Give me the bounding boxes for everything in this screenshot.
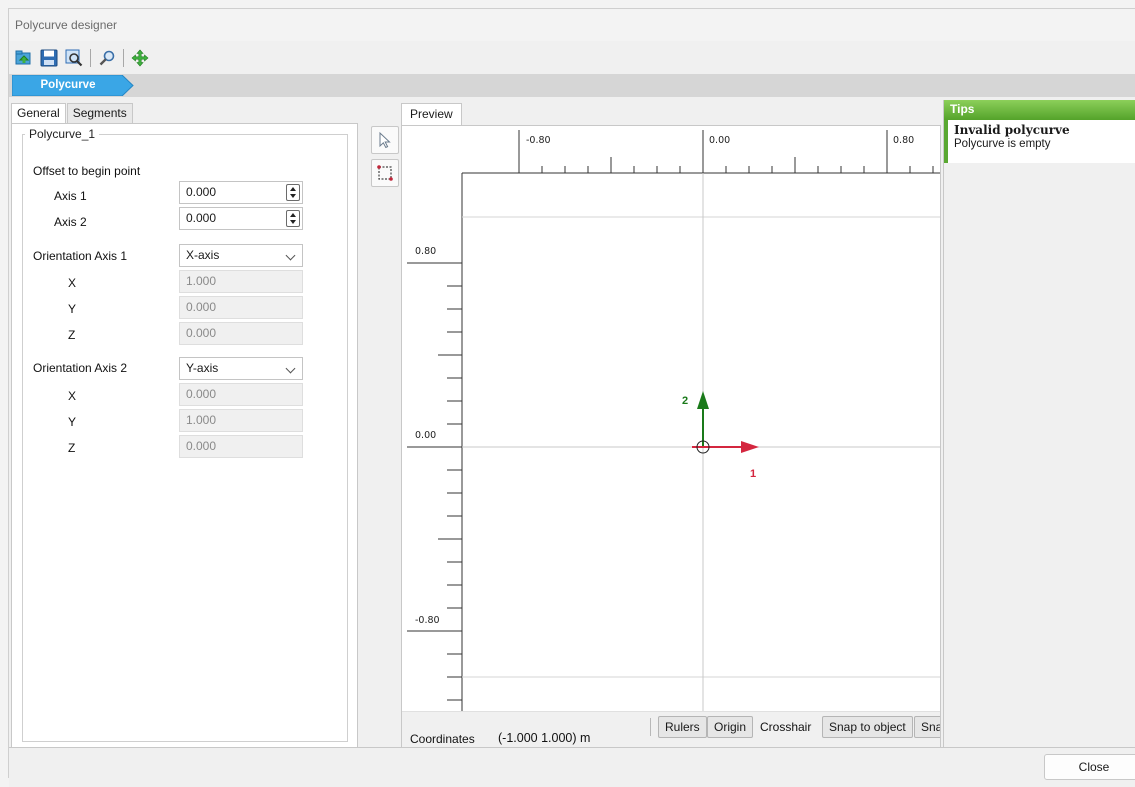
toolbar <box>9 42 1135 74</box>
tips-title: Invalid polycurve <box>954 123 1070 137</box>
orientation-axis2-label: Orientation Axis 2 <box>33 361 128 375</box>
left-ruler: 0.80 0.00 -0.80 <box>407 173 463 747</box>
orient2-y-label: Y <box>68 415 77 429</box>
axis-1-label: 1 <box>750 468 756 480</box>
tips-header: Tips <box>944 100 1135 120</box>
snap-more-toggle[interactable]: Sna <box>914 716 940 738</box>
zoom-region-icon[interactable] <box>63 47 85 69</box>
axis-2-label: 2 <box>682 395 688 407</box>
window-title: Polycurve designer <box>9 9 1135 41</box>
breadcrumb: Polycurve <box>9 74 1135 97</box>
tips-panel: Tips Invalid polycurve Polycurve is empt… <box>943 100 1135 748</box>
save-icon[interactable] <box>38 47 60 69</box>
chevron-down-icon <box>285 250 296 261</box>
orientation-axis1-value: X-axis <box>186 248 220 262</box>
orientation-axis2-value: Y-axis <box>186 361 219 375</box>
ruler-top-label-1: -0.80 <box>526 135 551 146</box>
orient1-z-label: Z <box>68 328 76 342</box>
open-file-icon[interactable] <box>13 47 35 69</box>
toolbar-separator <box>123 49 124 67</box>
preview-statusbar: Coordinates (-1.000 1.000) m Rulers Orig… <box>402 711 940 747</box>
orientation-axis1-select[interactable]: X-axis <box>179 244 303 267</box>
axis2-label: Axis 2 <box>54 215 87 229</box>
ruler-top-label-2: 0.00 <box>709 135 730 146</box>
axis1-spinner[interactable] <box>286 184 300 201</box>
general-panel: Polycurve_1 Offset to begin point Axis 1… <box>11 123 358 748</box>
axis-1-arrow: 1 <box>692 441 759 480</box>
pan-move-icon[interactable] <box>129 47 151 69</box>
footer-bar: Close <box>9 747 1135 787</box>
coordinates-value: (-1.000 1.000) m <box>498 731 591 745</box>
orient1-x-field: 1.000 <box>179 270 303 293</box>
breadcrumb-label: Polycurve <box>40 79 96 91</box>
origin-toggle[interactable]: Origin <box>707 716 754 738</box>
axis2-spinner[interactable] <box>286 210 300 227</box>
axis-2-arrow: 2 <box>682 391 709 447</box>
ruler-left-label-1: 0.80 <box>415 246 436 257</box>
coordinates-label: Coordinates <box>410 732 475 746</box>
orient2-z-label: Z <box>68 441 76 455</box>
orient2-z-field: 0.000 <box>179 435 303 458</box>
polycurve-groupbox: Polycurve_1 Offset to begin point Axis 1… <box>22 127 348 742</box>
breadcrumb-item-polycurve[interactable]: Polycurve <box>12 75 134 96</box>
orientation-axis1-label: Orientation Axis 1 <box>33 249 128 263</box>
axis2-value: 0.000 <box>186 211 217 225</box>
orient1-y-field: 0.000 <box>179 296 303 319</box>
axis1-value: 0.000 <box>186 185 217 199</box>
orient2-x-field: 0.000 <box>179 383 303 406</box>
rectangle-select-icon[interactable] <box>371 159 399 187</box>
zoom-icon[interactable] <box>96 47 118 69</box>
axis1-label: Axis 1 <box>54 189 87 203</box>
orientation-axis2-select[interactable]: Y-axis <box>179 357 303 380</box>
offset-label: Offset to begin point <box>33 164 141 178</box>
top-ruler: -0.80 0.00 0.80 <box>462 130 940 174</box>
tips-item: Invalid polycurve Polycurve is empty <box>944 120 1135 163</box>
polycurve-designer-window: Polycurve designer Polycurve General Seg… <box>8 8 1135 787</box>
preview-drawing: -0.80 0.00 0.80 0.80 0.00 -0.80 2 1 <box>407 130 940 747</box>
ruler-left-label-2: 0.00 <box>415 430 436 441</box>
select-arrow-icon[interactable] <box>371 126 399 154</box>
chevron-down-icon <box>285 363 296 374</box>
tab-general[interactable]: General <box>11 103 66 124</box>
axis1-input[interactable]: 0.000 <box>179 181 303 204</box>
orient1-x-label: X <box>68 276 77 290</box>
close-button[interactable]: Close <box>1044 754 1135 780</box>
rulers-toggle[interactable]: Rulers <box>658 716 707 738</box>
snap-to-object-toggle[interactable]: Snap to object <box>822 716 913 738</box>
orient2-y-field: 1.000 <box>179 409 303 432</box>
tab-preview[interactable]: Preview <box>401 103 462 125</box>
ruler-top-label-3: 0.80 <box>893 135 914 146</box>
crosshair-toggle[interactable]: Crosshair <box>760 720 811 734</box>
statusbar-divider <box>650 718 651 736</box>
tips-message: Polycurve is empty <box>954 138 1051 150</box>
preview-canvas[interactable]: -0.80 0.00 0.80 0.80 0.00 -0.80 2 1 Coor… <box>401 125 941 748</box>
orient2-x-label: X <box>68 389 77 403</box>
left-tabs: General Segments <box>11 103 134 124</box>
orient1-z-field: 0.000 <box>179 322 303 345</box>
orient1-y-label: Y <box>68 302 77 316</box>
group-title: Polycurve_1 <box>25 127 100 141</box>
ruler-left-label-3: -0.80 <box>415 615 440 626</box>
toolbar-separator <box>90 49 91 67</box>
tab-segments[interactable]: Segments <box>66 103 133 123</box>
axis2-input[interactable]: 0.000 <box>179 207 303 230</box>
